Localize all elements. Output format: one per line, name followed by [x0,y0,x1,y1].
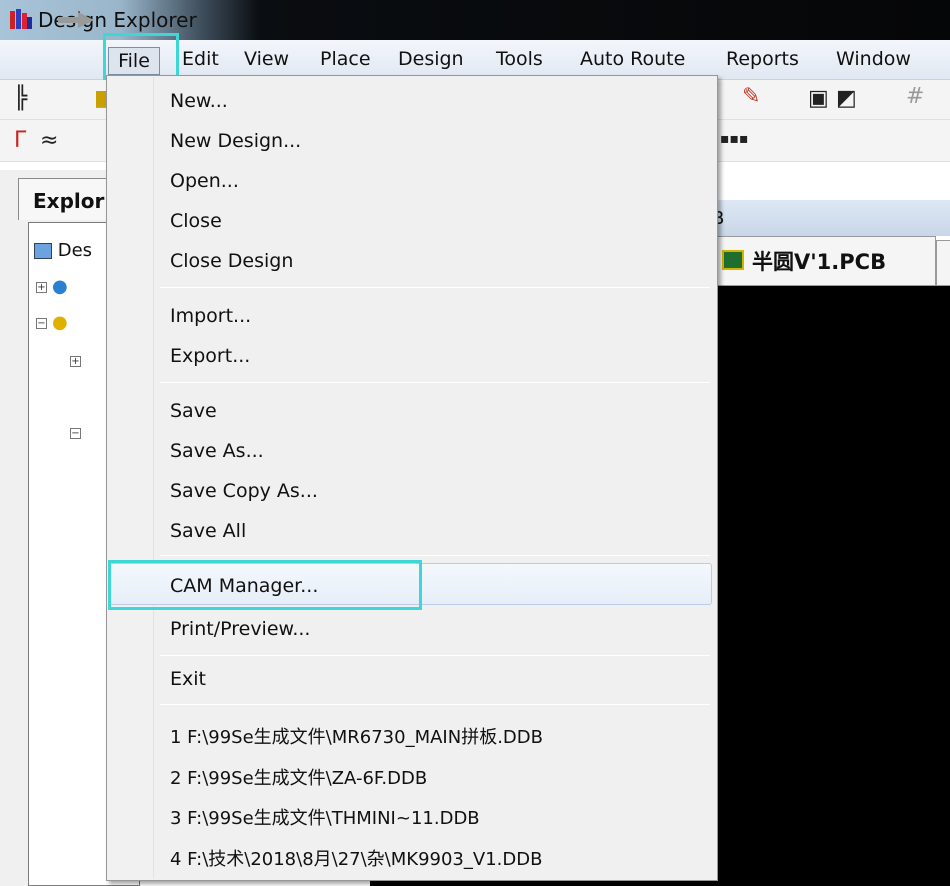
array-icon[interactable]: ▪▪▪ [720,132,748,146]
wave-icon[interactable]: ≈ [40,130,58,152]
menu-item-save-copy-as[interactable]: Save Copy As... [170,480,318,502]
menu-item-save[interactable]: Save [170,400,217,422]
menu-item-save-all[interactable]: Save All [170,520,246,542]
component-icon[interactable]: ▣ [808,88,829,110]
expand-icon[interactable]: + [70,356,81,367]
menu-item-close[interactable]: Close [170,210,222,232]
route-icon[interactable]: Γ [14,130,26,152]
design-icon [34,243,52,259]
menu-item-cam-manager[interactable]: CAM Manager... [170,575,318,597]
menu-separator [160,555,710,556]
menu-window[interactable]: Window [836,48,911,70]
menu-item-export[interactable]: Export... [170,345,250,367]
recent-file-1[interactable]: 1 F:\99Se生成文件\MR6730_MAIN拼板.DDB [170,723,543,749]
recent-file-2[interactable]: 2 F:\99Se生成文件\ZA-6F.DDB [170,764,427,790]
recent-file-4[interactable]: 4 F:\技术\2018\8月\27\杂\MK9903_V1.DDB [170,845,542,871]
menu-separator [160,382,710,383]
menu-item-exit[interactable]: Exit [170,668,206,690]
expand-icon[interactable]: + [36,282,47,293]
document-tab-next[interactable] [936,240,950,286]
file-dropdown-menu [106,75,718,881]
grid-icon[interactable]: # [906,86,924,108]
menu-item-import[interactable]: Import... [170,305,251,327]
menu-edit[interactable]: Edit [182,48,219,70]
back-arrow-icon[interactable] [56,11,96,29]
menu-item-save-as[interactable]: Save As... [170,440,264,462]
collapse-icon[interactable]: − [70,428,81,439]
menu-item-new[interactable]: New... [170,90,228,112]
menu-auto-route[interactable]: Auto Route [580,48,685,70]
menu-separator [160,655,710,656]
menu-item-print-preview[interactable]: Print/Preview... [170,618,310,640]
menu-item-open[interactable]: Open... [170,170,239,192]
document-tab-label: 半圆V'1.PCB [752,250,887,274]
library-icon[interactable]: ◩ [836,88,857,110]
menu-reports[interactable]: Reports [726,48,799,70]
menu-tools[interactable]: Tools [496,48,543,70]
pcb-document-icon [722,250,744,270]
app-icon [10,9,32,29]
menu-icon-gutter [108,77,154,879]
menu-separator [160,287,710,288]
menu-separator [160,704,710,705]
tree-root[interactable]: Des [34,240,92,261]
menu-item-new-design[interactable]: New Design... [170,130,301,152]
network-icon: ● [52,276,68,297]
recent-file-3[interactable]: 3 F:\99Se生成文件\THMINI~11.DDB [170,804,480,830]
hierarchy-icon[interactable]: ╠ [14,88,27,110]
collapse-icon[interactable]: − [36,318,47,329]
database-icon: ● [52,312,68,333]
wand-icon[interactable]: ✎ [742,86,760,108]
menu-item-close-design[interactable]: Close Design [170,250,293,272]
tree-root-label: Des [57,240,93,261]
menu-place[interactable]: Place [320,48,371,70]
menu-design[interactable]: Design [398,48,464,70]
menu-view[interactable]: View [244,48,289,70]
menu-file[interactable]: File [108,47,160,75]
